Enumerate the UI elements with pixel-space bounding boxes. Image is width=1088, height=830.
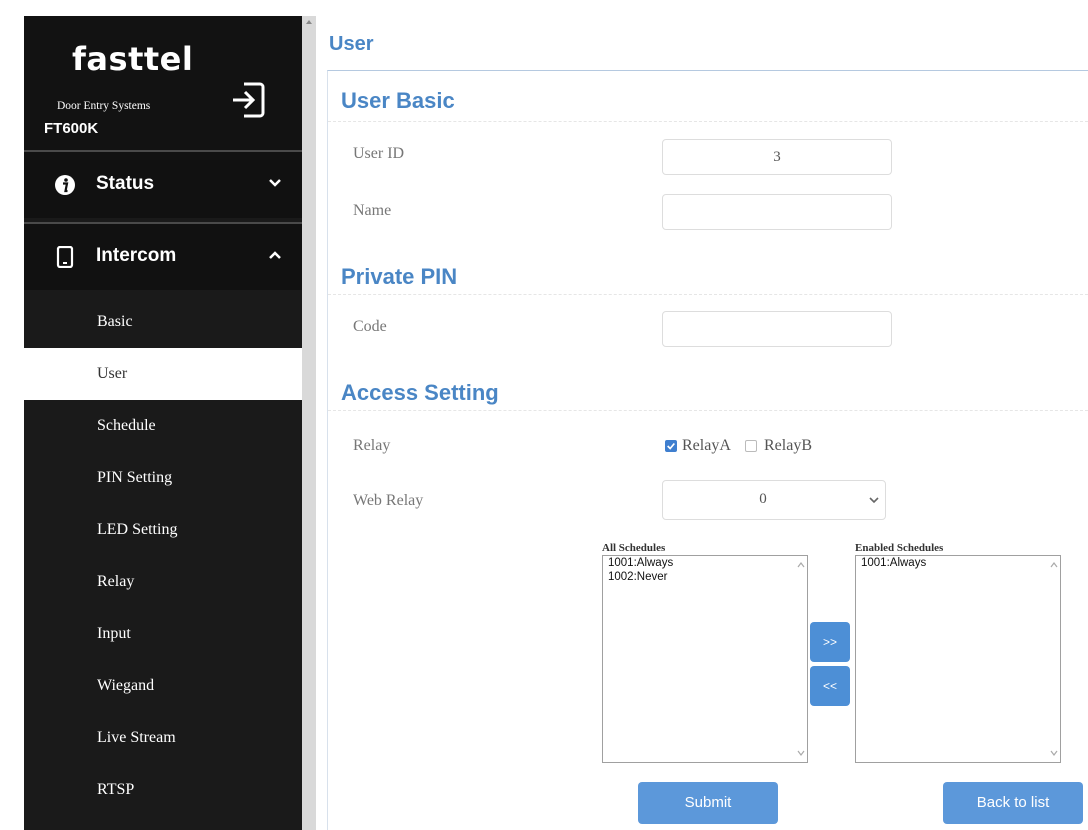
all-schedules-label: All Schedules (602, 542, 666, 554)
menu-status-label: Status (96, 173, 155, 194)
relay-a-checkbox[interactable] (665, 440, 677, 452)
logo-block: fasttel Door Entry Systems FT600K (24, 16, 302, 150)
section-divider (328, 410, 1088, 411)
list-item[interactable]: 1001:Always (856, 556, 1060, 570)
sidebar-item-pin-setting[interactable]: PIN Setting (24, 452, 302, 504)
check-icon (667, 442, 675, 450)
sidebar-item-live-stream[interactable]: Live Stream (24, 712, 302, 764)
relay-b-label: RelayB (764, 437, 812, 454)
remove-schedule-button[interactable]: << (810, 666, 850, 706)
sidebar-item-input[interactable]: Input (24, 608, 302, 660)
section-title-private-pin: Private PIN (341, 264, 458, 289)
code-input[interactable] (662, 311, 892, 347)
add-schedule-button[interactable]: >> (810, 622, 850, 662)
section-title-access-setting: Access Setting (341, 380, 499, 405)
code-label: Code (353, 318, 387, 335)
chevron-up-icon (269, 251, 281, 259)
all-schedules-list[interactable]: 1001:Always 1002:Never (602, 555, 808, 763)
sidebar-item-led-setting[interactable]: LED Setting (24, 504, 302, 556)
page-title: User (329, 33, 374, 55)
scroll-up-icon[interactable] (305, 18, 313, 26)
section-divider (328, 121, 1088, 122)
sidebar-item-relay[interactable]: Relay (24, 556, 302, 608)
logout-icon[interactable] (230, 80, 266, 120)
sidebar-item-rtsp[interactable]: RTSP (24, 764, 302, 816)
relay-label: Relay (353, 437, 391, 454)
device-model: FT600K (44, 120, 99, 137)
relay-a-label: RelayA (682, 437, 731, 454)
sidebar-scrollbar[interactable] (302, 16, 316, 830)
brand-tagline: Door Entry Systems (57, 100, 151, 112)
brand-logo: fasttel (72, 40, 194, 78)
section-divider (328, 294, 1088, 295)
web-relay-value: 0 (759, 491, 767, 507)
back-to-list-button[interactable]: Back to list (943, 782, 1083, 824)
sidebar-item-basic[interactable]: Basic (24, 296, 302, 348)
scroll-down-icon[interactable] (1050, 750, 1058, 756)
scroll-up-icon[interactable] (797, 562, 805, 568)
info-icon (55, 175, 75, 195)
user-id-input[interactable]: 3 (662, 139, 892, 175)
web-relay-select[interactable]: 0 (662, 480, 886, 520)
enabled-schedules-label: Enabled Schedules (855, 542, 944, 554)
section-title-user-basic: User Basic (341, 88, 455, 113)
sidebar-item-schedule[interactable]: Schedule (24, 400, 302, 452)
menu-intercom[interactable]: Intercom (24, 222, 302, 290)
sidebar-item-wiegand[interactable]: Wiegand (24, 660, 302, 712)
user-id-label: User ID (353, 145, 405, 162)
menu-intercom-label: Intercom (96, 245, 177, 266)
submit-button[interactable]: Submit (638, 782, 778, 824)
sidebar-item-user[interactable]: User (24, 348, 302, 400)
list-item[interactable]: 1001:Always (603, 556, 807, 570)
web-relay-label: Web Relay (353, 492, 424, 509)
phone-icon (56, 246, 74, 268)
list-item[interactable]: 1002:Never (603, 570, 807, 584)
chevron-down-icon (269, 179, 281, 187)
chevron-down-icon (869, 497, 879, 504)
scroll-up-icon[interactable] (1050, 562, 1058, 568)
sidebar: fasttel Door Entry Systems FT600K Status… (24, 16, 302, 830)
enabled-schedules-list[interactable]: 1001:Always (855, 555, 1061, 763)
name-input[interactable] (662, 194, 892, 230)
relay-b-checkbox[interactable] (745, 440, 757, 452)
menu-status[interactable]: Status (24, 150, 302, 218)
scroll-down-icon[interactable] (797, 750, 805, 756)
name-label: Name (353, 202, 392, 219)
